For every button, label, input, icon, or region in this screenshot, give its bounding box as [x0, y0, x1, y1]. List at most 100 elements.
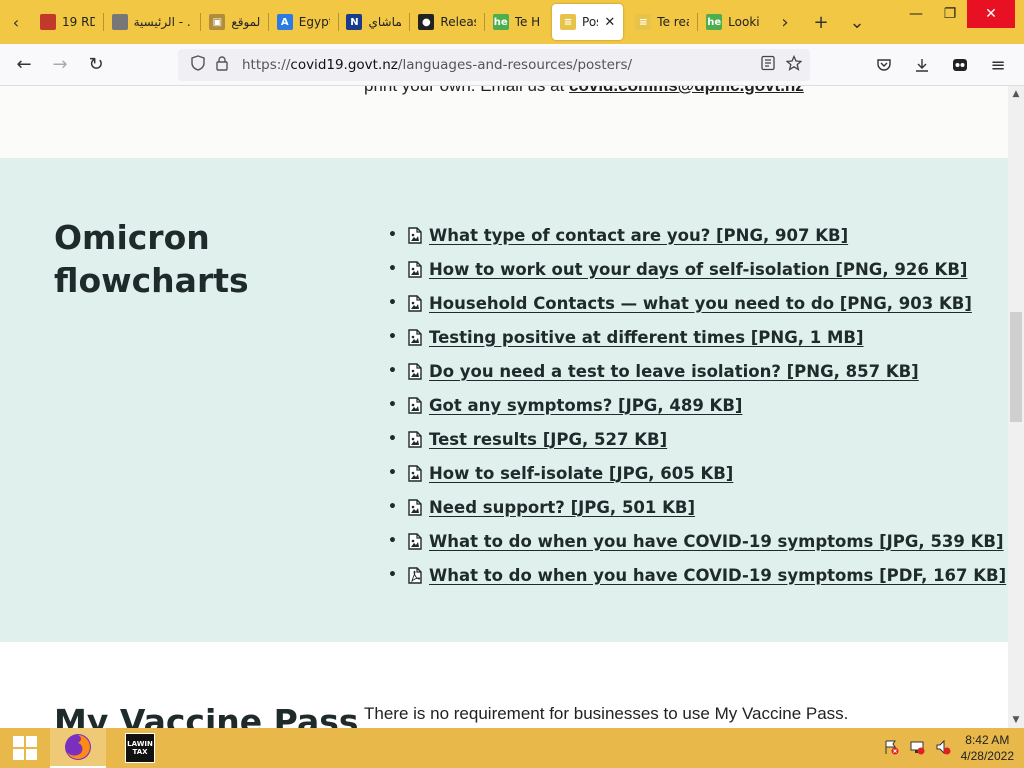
tab-favicon-icon: he: [492, 14, 509, 30]
bookmark-star-icon[interactable]: [785, 54, 803, 75]
bullet-icon: •: [388, 499, 397, 515]
file-list-item: • What type of contact are you? [PNG, 907…: [388, 218, 1006, 252]
file-list-item: • Need support? [JPG, 501 KB]: [388, 490, 1006, 524]
pocket-icon[interactable]: [866, 47, 902, 83]
scroll-thumb[interactable]: [1010, 312, 1022, 422]
window-close-icon[interactable]: ✕: [967, 0, 1015, 28]
file-download-link[interactable]: How to work out your days of self-isolat…: [429, 260, 967, 279]
tab-5[interactable]: ● Releas: [410, 4, 483, 40]
tab-8[interactable]: ≡ Te rea: [627, 4, 697, 40]
downloads-icon[interactable]: [904, 47, 940, 83]
volume-icon[interactable]: [935, 739, 951, 758]
tab-label: الرئيسية - ...: [133, 15, 193, 29]
list-tabs-icon[interactable]: ⌄: [839, 0, 875, 44]
file-download-link[interactable]: Household Contacts — what you need to do…: [429, 294, 972, 313]
file-download-link[interactable]: Need support? [JPG, 501 KB]: [429, 498, 695, 517]
file-download-link[interactable]: Got any symptoms? [JPG, 489 KB]: [429, 396, 742, 415]
url-text[interactable]: https://covid19.govt.nz/languages-and-re…: [242, 57, 632, 73]
bullet-icon: •: [388, 397, 397, 413]
tab-strip: 19 RD الرئيسية - ... ▣ الموقع A Egypt N تماشاي ●…: [32, 0, 767, 44]
image-file-icon: [406, 430, 424, 448]
vaccine-pass-section: My Vaccine Pass There is no requirement …: [0, 642, 1008, 728]
tab-favicon-icon: ≡: [560, 14, 577, 30]
taskbar: LAWIN TAX 8:42 AM 4/28/2022: [0, 728, 1024, 768]
file-download-link[interactable]: Testing positive at different times [PNG…: [429, 328, 864, 347]
file-list-item: • Test results [JPG, 527 KB]: [388, 422, 1006, 456]
vaccine-pass-title: My Vaccine Pass: [54, 702, 359, 728]
omicron-section: Omicron flowcharts • What type of contact…: [0, 158, 1008, 642]
vaccine-pass-text: There is no requirement for businesses t…: [364, 704, 849, 723]
shield-icon[interactable]: [186, 55, 210, 75]
restore-icon[interactable]: ❐: [933, 0, 967, 28]
tab-close-icon[interactable]: ✕: [604, 15, 615, 30]
tab-favicon-icon: [111, 14, 128, 30]
image-file-icon: [406, 396, 424, 414]
file-list-item: • What to do when you have COVID-19 sympt…: [388, 524, 1006, 558]
file-list-item: • Testing positive at different times [PN…: [388, 320, 1006, 354]
file-download-link[interactable]: How to self-isolate [JPG, 605 KB]: [429, 464, 733, 483]
extension-icon[interactable]: [942, 47, 978, 83]
file-list-item: • Do you need a test to leave isolation? …: [388, 354, 1006, 388]
bullet-icon: •: [388, 363, 397, 379]
tab-4[interactable]: N تماشاي: [338, 4, 409, 40]
file-list-item: • Got any symptoms? [JPG, 489 KB]: [388, 388, 1006, 422]
bullet-icon: •: [388, 261, 397, 277]
file-list: • What type of contact are you? [PNG, 907…: [388, 218, 1006, 592]
lawin-app-taskbar-icon[interactable]: LAWIN TAX: [112, 728, 168, 768]
scroll-up-icon[interactable]: ▲: [1008, 86, 1024, 102]
tab-favicon-icon: ▣: [209, 14, 226, 30]
windows-start-icon[interactable]: [0, 728, 50, 768]
tab-scroll-left-icon[interactable]: ‹: [0, 0, 32, 44]
file-list-item: • What to do when you have COVID-19 sympt…: [388, 558, 1006, 592]
tab-3[interactable]: A Egypt: [269, 4, 338, 40]
menu-icon[interactable]: ≡: [980, 47, 1016, 83]
tab-9[interactable]: he Lookii: [698, 4, 767, 40]
flag-icon[interactable]: [883, 739, 899, 758]
image-file-icon: [406, 328, 424, 346]
bullet-icon: •: [388, 533, 397, 549]
lock-icon[interactable]: [210, 55, 234, 75]
file-list-item: • How to self-isolate [JPG, 605 KB]: [388, 456, 1006, 490]
clock[interactable]: 8:42 AM 4/28/2022: [961, 732, 1014, 764]
vertical-scrollbar[interactable]: ▲ ▼: [1008, 86, 1024, 728]
file-download-link[interactable]: What to do when you have COVID-19 sympto…: [429, 532, 1004, 551]
new-tab-icon[interactable]: +: [803, 0, 839, 44]
tab-favicon-icon: [40, 14, 56, 30]
forward-icon[interactable]: →: [42, 47, 78, 83]
reload-icon[interactable]: ↻: [78, 47, 114, 83]
tab-favicon-icon: ≡: [635, 14, 652, 30]
tab-0[interactable]: 19 RD: [32, 4, 103, 40]
tab-6[interactable]: he Te Hi: [485, 4, 548, 40]
scroll-down-icon[interactable]: ▼: [1008, 712, 1024, 728]
firefox-taskbar-icon[interactable]: [50, 728, 106, 768]
pdf-file-icon: [406, 566, 424, 584]
tab-label: Egypt: [298, 15, 330, 29]
tab-2[interactable]: ▣ الموقع: [201, 4, 268, 40]
tab-7[interactable]: ≡ Pos ✕: [552, 4, 624, 40]
image-file-icon: [406, 464, 424, 482]
tab-scroll-right-icon[interactable]: ›: [767, 0, 803, 44]
tab-label: Pos: [582, 15, 598, 29]
reader-view-icon[interactable]: [760, 55, 776, 75]
bullet-icon: •: [388, 567, 397, 583]
email-link[interactable]: covid.comms@dpmc.govt.nz: [569, 86, 804, 95]
navigation-bar: ← → ↻ https://covid19.govt.nz/languages-…: [0, 44, 1024, 86]
image-file-icon: [406, 498, 424, 516]
file-download-link[interactable]: What type of contact are you? [PNG, 907 …: [429, 226, 848, 245]
file-download-link[interactable]: Test results [JPG, 527 KB]: [429, 430, 667, 449]
minimize-icon[interactable]: —: [899, 0, 933, 28]
tab-1[interactable]: الرئيسية - ...: [104, 4, 201, 40]
contact-text: print your own. Email us at covid.comms@…: [364, 86, 804, 96]
file-download-link[interactable]: Do you need a test to leave isolation? […: [429, 362, 919, 381]
tab-favicon-icon: N: [346, 14, 363, 30]
back-icon[interactable]: ←: [6, 47, 42, 83]
image-file-icon: [406, 532, 424, 550]
bullet-icon: •: [388, 465, 397, 481]
network-icon[interactable]: [909, 739, 925, 758]
clock-date: 4/28/2022: [960, 749, 1014, 763]
tab-label: Releas: [440, 15, 475, 29]
file-download-link[interactable]: What to do when you have COVID-19 sympto…: [429, 566, 1006, 585]
address-bar[interactable]: https://covid19.govt.nz/languages-and-re…: [178, 49, 810, 81]
bullet-icon: •: [388, 295, 397, 311]
page-viewport: print your own. Email us at covid.comms@…: [0, 86, 1008, 728]
